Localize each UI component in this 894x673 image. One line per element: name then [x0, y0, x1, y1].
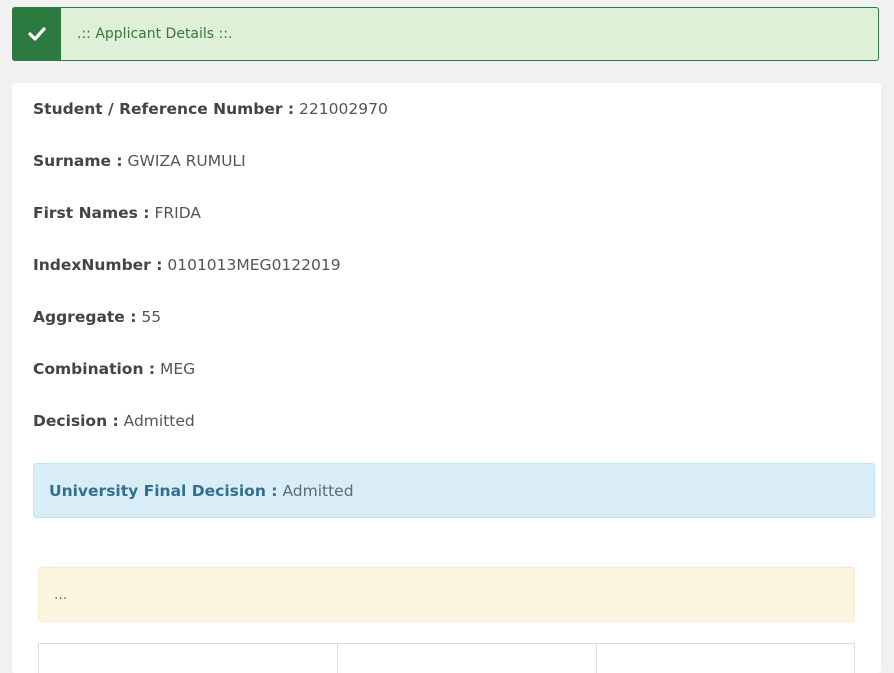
table-column-divider	[337, 644, 338, 673]
decision-value: Admitted	[123, 412, 195, 430]
final-decision-value: Admitted	[282, 481, 354, 500]
applicant-details-panel: Student / Reference Number : 221002970 S…	[12, 83, 881, 673]
decision-label: Decision :	[33, 412, 119, 430]
surname-label: Surname :	[33, 152, 123, 170]
header-icon-box	[12, 6, 61, 61]
final-decision-label: University Final Decision :	[49, 481, 278, 500]
notice-text: ...	[54, 586, 68, 603]
reference-number-value: 221002970	[299, 100, 388, 118]
first-names-value: FRIDA	[154, 204, 201, 222]
index-number-row: IndexNumber : 0101013MEG0122019	[33, 256, 341, 274]
details-table	[38, 643, 855, 673]
aggregate-value: 55	[141, 308, 162, 326]
combination-row: Combination : MEG	[33, 360, 195, 378]
reference-number-row: Student / Reference Number : 221002970	[33, 100, 388, 118]
aggregate-row: Aggregate : 55	[33, 308, 161, 326]
check-icon	[27, 26, 46, 41]
first-names-row: First Names : FRIDA	[33, 204, 201, 222]
aggregate-label: Aggregate :	[33, 308, 137, 326]
combination-value: MEG	[160, 360, 196, 378]
surname-value: GWIZA RUMULI	[127, 152, 246, 170]
applicant-details-header: .:: Applicant Details ::.	[12, 6, 879, 61]
reference-number-label: Student / Reference Number :	[33, 100, 295, 118]
index-number-value: 0101013MEG0122019	[167, 256, 341, 274]
decision-row: Decision : Admitted	[33, 412, 195, 430]
notice-alert: ...	[38, 567, 855, 622]
index-number-label: IndexNumber :	[33, 256, 163, 274]
header-title: .:: Applicant Details ::.	[77, 26, 233, 42]
combination-label: Combination :	[33, 360, 156, 378]
table-column-divider	[596, 644, 597, 673]
first-names-label: First Names :	[33, 204, 150, 222]
final-decision-alert: University Final Decision : Admitted	[33, 463, 875, 518]
surname-row: Surname : GWIZA RUMULI	[33, 152, 246, 170]
